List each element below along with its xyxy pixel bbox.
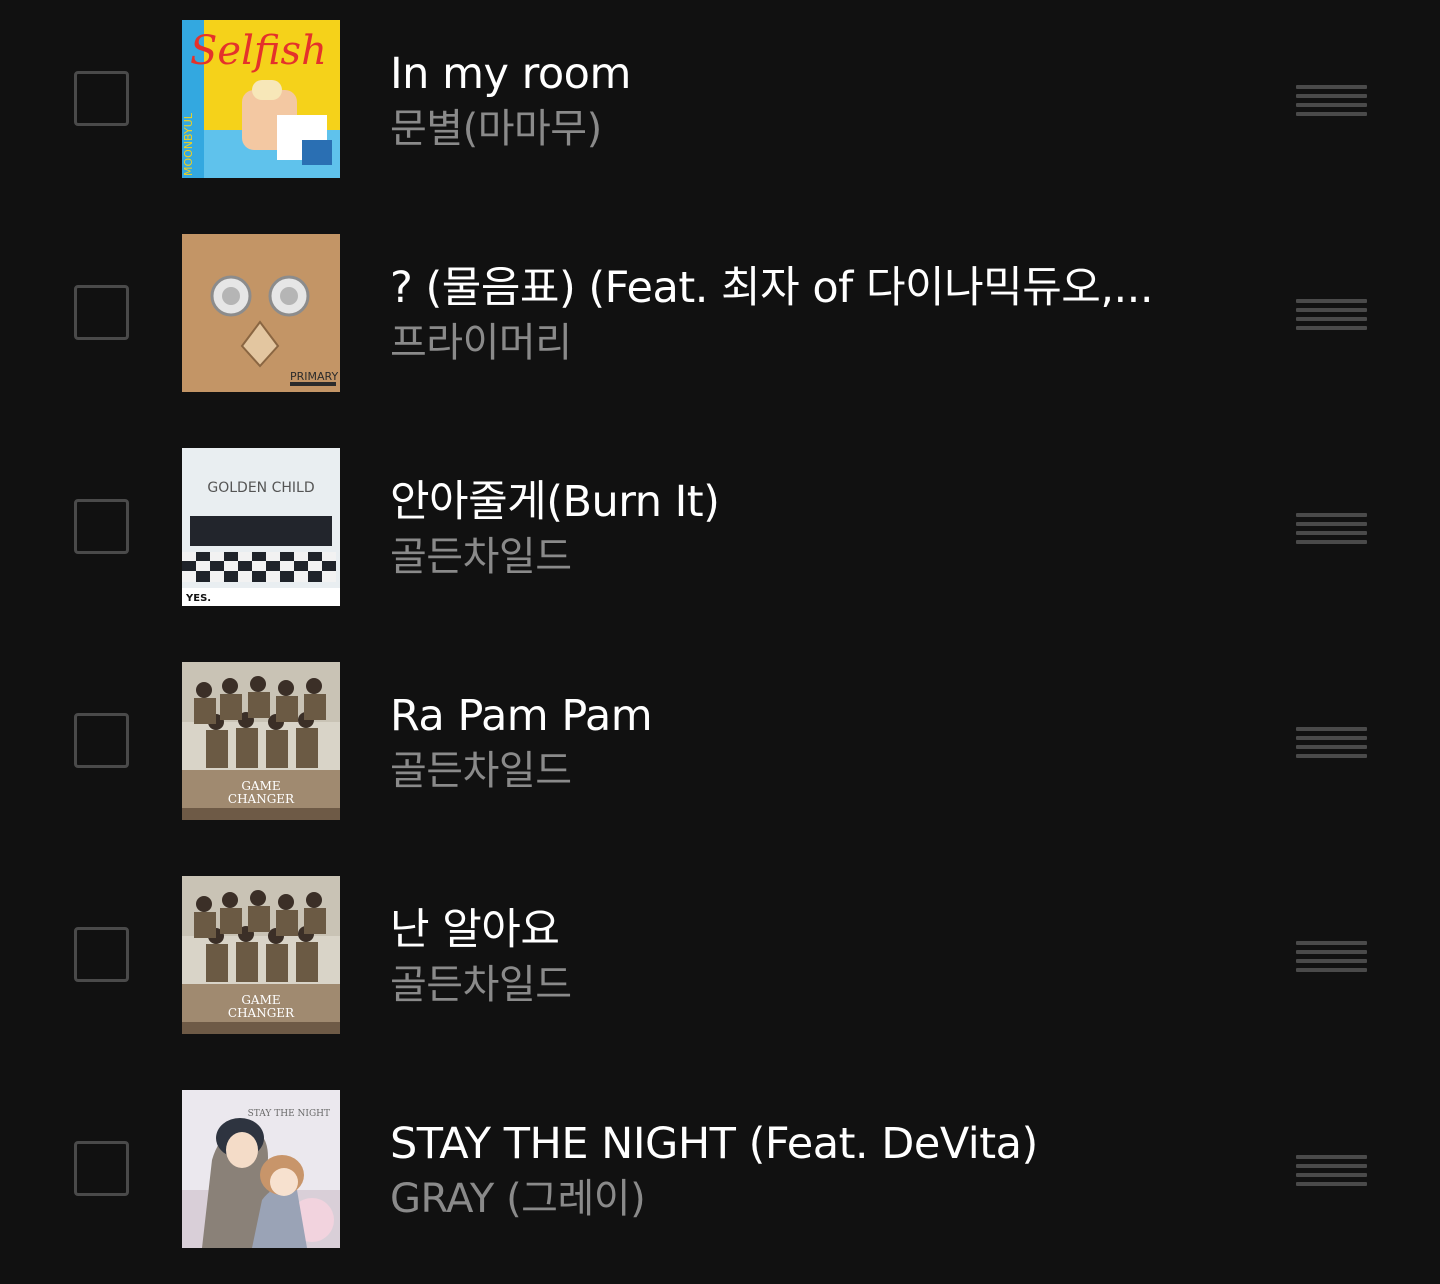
playlist: Selfish MOONBYUL In my room 문별(마마무) PRIM… — [0, 0, 1440, 1268]
svg-text:CHANGER: CHANGER — [228, 1006, 295, 1020]
reorder-handle-icon[interactable] — [1296, 941, 1367, 972]
album-art-stay-the-night-image: STAY THE NIGHT — [182, 1090, 340, 1248]
track-artist: 골든차일드 — [390, 748, 572, 794]
album-art-selfish: Selfish MOONBYUL — [182, 20, 340, 178]
select-checkbox[interactable] — [74, 713, 129, 768]
album-art-selfish-image: Selfish MOONBYUL — [182, 20, 340, 178]
reorder-handle-icon[interactable] — [1296, 727, 1367, 758]
track-title: In my room — [390, 49, 631, 99]
track-title: 난 알아요 — [390, 905, 560, 955]
reorder-handle-icon[interactable] — [1296, 85, 1367, 116]
track-title: STAY THE NIGHT (Feat. DeVita) — [390, 1119, 1038, 1169]
album-art-game-changer: GAME CHANGER — [182, 662, 340, 820]
track-artist: 골든차일드 — [390, 534, 572, 580]
reorder-handle-icon[interactable] — [1296, 1155, 1367, 1186]
svg-text:GOLDEN CHILD: GOLDEN CHILD — [207, 480, 314, 496]
svg-text:MOONBYUL: MOONBYUL — [182, 112, 195, 176]
select-checkbox[interactable] — [74, 285, 129, 340]
album-art-golden-child-yes-image: GOLDEN CHILD YES. — [182, 448, 340, 606]
album-art-game-changer-image: GAME CHANGER — [182, 876, 340, 1034]
svg-text:CHANGER: CHANGER — [228, 792, 295, 806]
svg-text:YES.: YES. — [185, 593, 211, 604]
track-row[interactable]: PRIMARY ? (물음표) (Feat. 최자 of 다이나믹듀오,... … — [0, 214, 1440, 428]
track-artist: GRAY (그레이) — [390, 1176, 646, 1222]
reorder-handle-icon[interactable] — [1296, 513, 1367, 544]
album-art-golden-child-yes: GOLDEN CHILD YES. — [182, 448, 340, 606]
track-row[interactable]: Selfish MOONBYUL In my room 문별(마마무) — [0, 0, 1440, 214]
track-row[interactable]: GAME CHANGER Ra Pam Pam 골든차일드 — [0, 642, 1440, 856]
select-checkbox[interactable] — [74, 1141, 129, 1196]
track-row[interactable]: STAY THE NIGHT STAY THE NIGHT (Feat. DeV… — [0, 1070, 1440, 1284]
svg-text:Selfish: Selfish — [190, 28, 327, 74]
svg-text:GAME: GAME — [241, 993, 280, 1007]
album-art-primary: PRIMARY — [182, 234, 340, 392]
album-art-game-changer-image: GAME CHANGER — [182, 662, 340, 820]
track-title: 안아줄게(Burn It) — [390, 477, 720, 527]
select-checkbox[interactable] — [74, 71, 129, 126]
track-row[interactable]: GAME CHANGER 난 알아요 골든차일드 — [0, 856, 1440, 1070]
album-art-primary-image: PRIMARY — [182, 234, 340, 392]
reorder-handle-icon[interactable] — [1296, 299, 1367, 330]
album-art-game-changer: GAME CHANGER — [182, 876, 340, 1034]
svg-text:GAME: GAME — [241, 779, 280, 793]
track-artist: 골든차일드 — [390, 962, 572, 1008]
track-artist: 프라이머리 — [390, 320, 572, 366]
track-title: Ra Pam Pam — [390, 691, 653, 741]
track-artist: 문별(마마무) — [390, 106, 602, 152]
svg-text:STAY THE NIGHT: STAY THE NIGHT — [248, 1109, 330, 1119]
track-title: ? (물음표) (Feat. 최자 of 다이나믹듀오,... — [390, 263, 1154, 313]
select-checkbox[interactable] — [74, 927, 129, 982]
select-checkbox[interactable] — [74, 499, 129, 554]
track-row[interactable]: GOLDEN CHILD YES. 안아줄게(Burn It) 골든차일드 — [0, 428, 1440, 642]
album-art-stay-the-night: STAY THE NIGHT — [182, 1090, 340, 1248]
svg-text:PRIMARY: PRIMARY — [290, 370, 338, 383]
